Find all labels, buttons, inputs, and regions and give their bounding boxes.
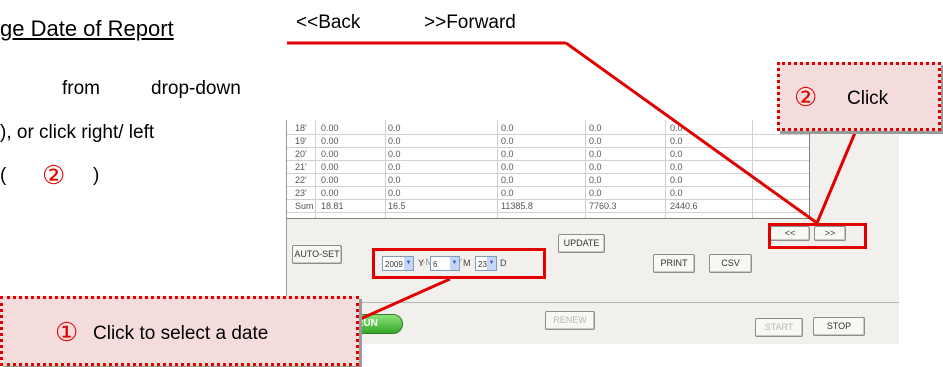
callout-select-date: ① Click to select a date: [0, 296, 359, 366]
step-one-icon: ①: [55, 317, 79, 347]
callout-click-text: Click: [847, 88, 889, 109]
callout-click: ② Click: [777, 62, 941, 131]
step-two-icon: ②: [794, 82, 818, 112]
pointer-line-callout-one: [357, 277, 451, 322]
pointer-line-callout-two: [815, 127, 859, 224]
callout-select-date-text: Click to select a date: [93, 323, 269, 344]
